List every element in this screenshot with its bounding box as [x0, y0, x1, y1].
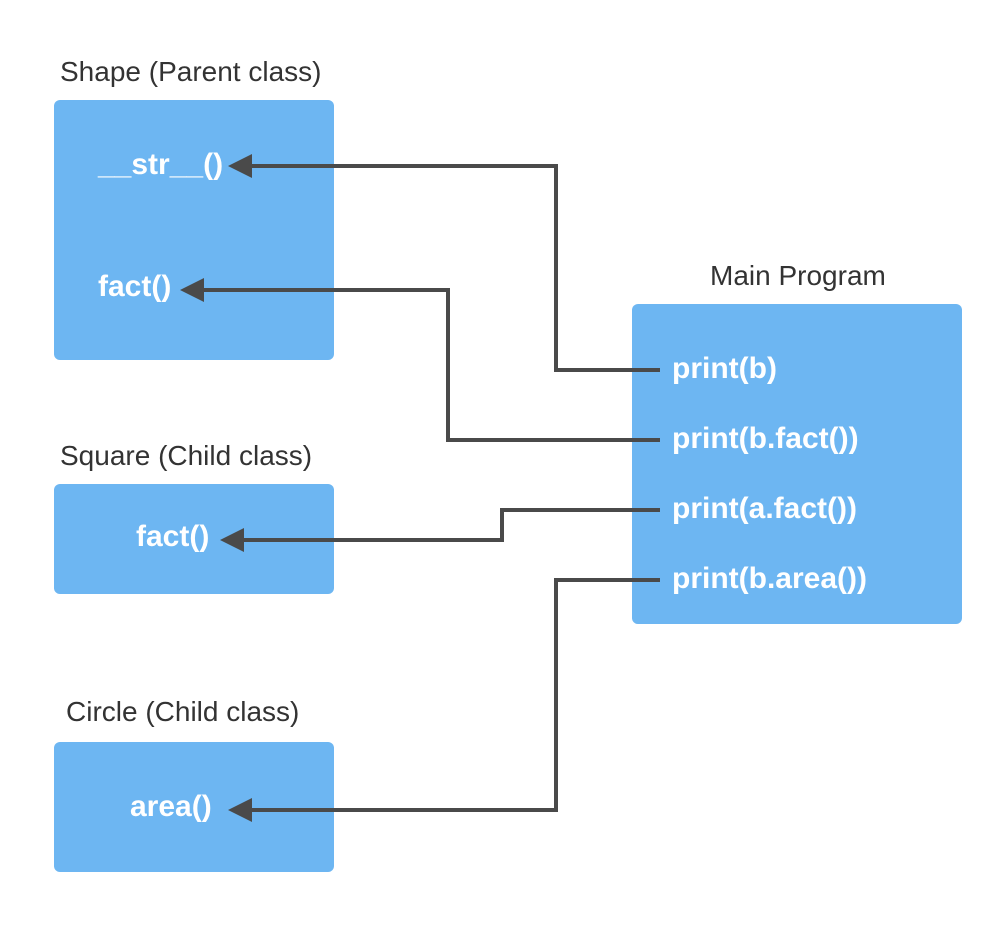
shape-fact-method: fact() [98, 270, 171, 304]
main-print-a-fact: print(a.fact()) [672, 492, 857, 526]
shape-str-method: __str__() [98, 148, 223, 182]
diagram-canvas: Shape (Parent class) __str__() fact() Sq… [0, 0, 1006, 952]
square-class-box: fact() [54, 484, 334, 594]
square-fact-method: fact() [136, 520, 209, 554]
circle-class-label: Circle (Child class) [66, 696, 299, 728]
main-program-label: Main Program [710, 260, 886, 292]
circle-area-method: area() [130, 790, 212, 824]
main-program-box: print(b) print(b.fact()) print(a.fact())… [632, 304, 962, 624]
square-class-label: Square (Child class) [60, 440, 312, 472]
main-print-b-fact: print(b.fact()) [672, 422, 859, 456]
main-print-b: print(b) [672, 352, 777, 386]
main-print-b-area: print(b.area()) [672, 562, 867, 596]
circle-class-box: area() [54, 742, 334, 872]
shape-class-box: __str__() fact() [54, 100, 334, 360]
shape-class-label: Shape (Parent class) [60, 56, 321, 88]
